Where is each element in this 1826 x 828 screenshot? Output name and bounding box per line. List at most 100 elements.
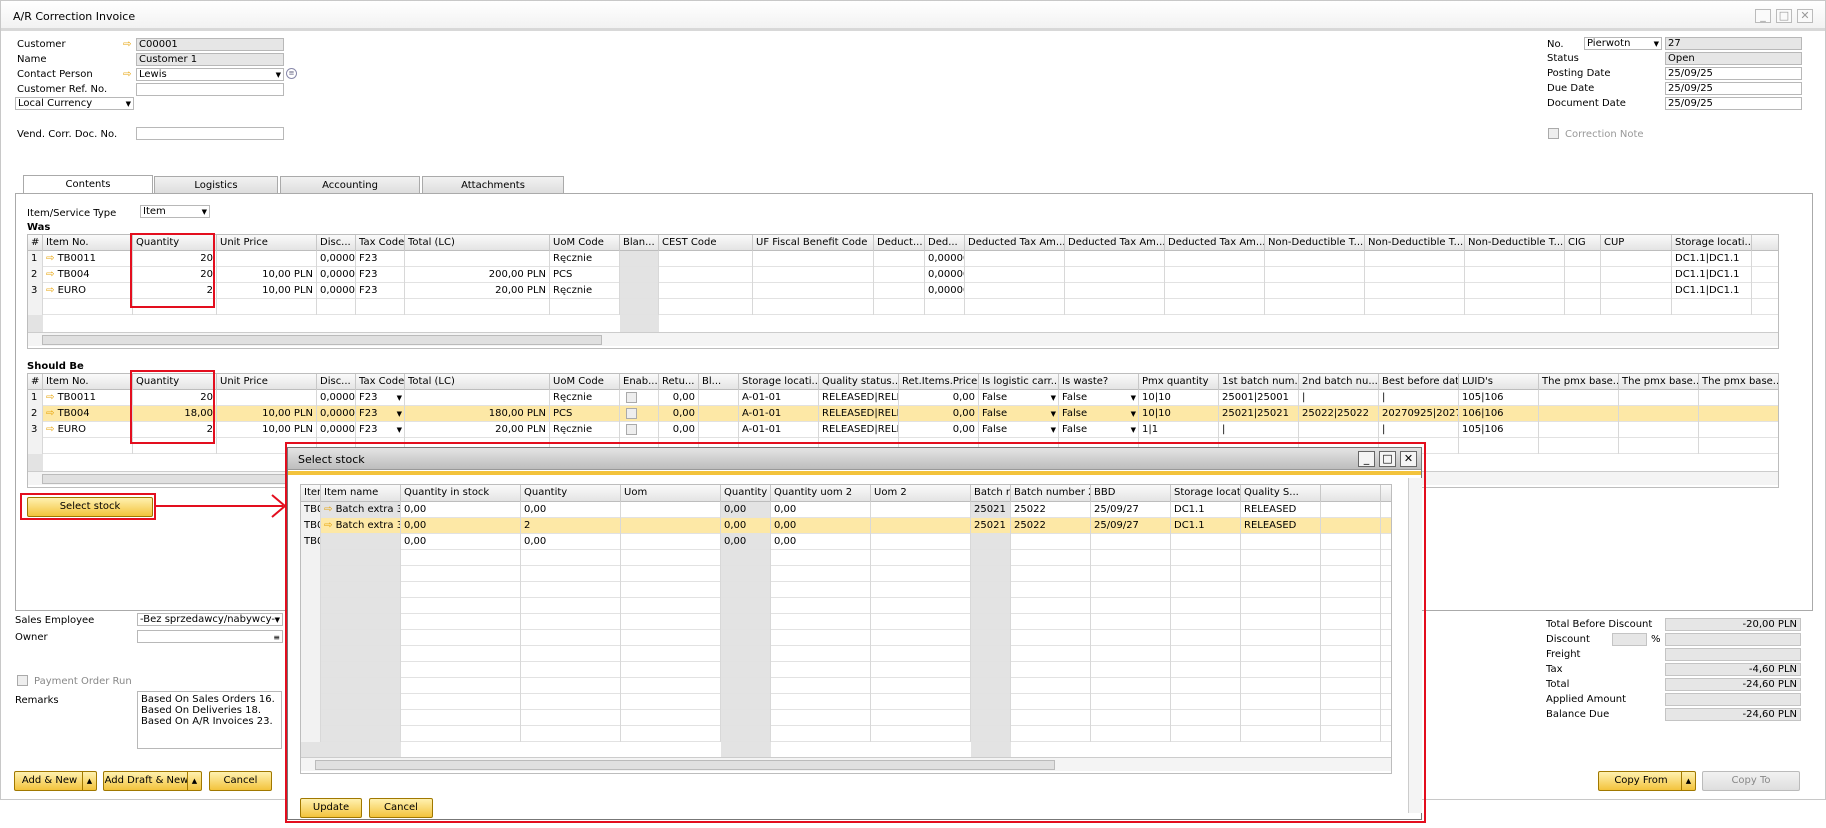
table-cell[interactable] [1065, 283, 1165, 299]
table-cell[interactable] [1565, 267, 1601, 283]
table-cell[interactable]: 10,00 PLN [217, 422, 317, 438]
table-cell[interactable]: 10|10 [1139, 390, 1219, 406]
table-cell[interactable] [1265, 267, 1365, 283]
column-header[interactable]: UoM Code [550, 374, 620, 390]
table-cell[interactable]: A-01-01 [739, 422, 819, 438]
column-header[interactable]: Tax Code [356, 374, 405, 390]
table-cell[interactable]: 0,00 [899, 406, 979, 422]
column-header[interactable]: UoM Code [550, 235, 620, 251]
column-header[interactable]: Blan... [620, 235, 659, 251]
chevron-down-icon[interactable]: ▼ [397, 391, 402, 406]
table-cell[interactable]: 1|1 [1139, 422, 1219, 438]
table-cell[interactable] [699, 390, 739, 406]
column-header[interactable]: Pmx quantity [1139, 374, 1219, 390]
table-cell[interactable]: 1 [28, 251, 43, 267]
table-cell[interactable] [1299, 422, 1379, 438]
table-cell[interactable] [217, 251, 317, 267]
column-header[interactable]: Best before date [1379, 374, 1459, 390]
column-header[interactable]: # [28, 235, 43, 251]
table-cell[interactable] [1601, 251, 1672, 267]
customer-field[interactable]: C00001 [136, 38, 284, 51]
row-checkbox[interactable] [626, 392, 637, 403]
table-cell[interactable]: 180,00 PLN [405, 406, 550, 422]
chevron-down-icon[interactable]: ▼ [1051, 391, 1056, 406]
tab-attachments[interactable]: Attachments [422, 176, 564, 194]
column-header[interactable]: Non-Deductible T... [1365, 235, 1465, 251]
table-cell[interactable]: F23 [356, 267, 405, 283]
table-cell[interactable] [874, 251, 925, 267]
customer-ref-input[interactable] [136, 83, 284, 96]
table-cell[interactable] [620, 299, 659, 315]
column-header[interactable]: Retu... [659, 374, 699, 390]
table-cell[interactable] [1699, 438, 1778, 454]
column-header[interactable]: Disc... [317, 374, 356, 390]
chevron-down-icon[interactable]: ▼ [1131, 391, 1136, 406]
column-header[interactable]: Deducted Tax Am... [965, 235, 1065, 251]
table-cell[interactable] [659, 283, 753, 299]
table-cell[interactable]: 0,000000 [925, 283, 965, 299]
table-cell[interactable] [356, 299, 405, 315]
table-row[interactable]: 3 ⇨ EURO 2 10,00 PLN 0,0000 ▼ F23 20,00 PLN Ręcz… [28, 422, 1778, 438]
table-cell[interactable]: RELEASED|RELE [819, 422, 899, 438]
table-cell[interactable]: 3 [28, 422, 43, 438]
table-cell[interactable]: DC1.1|DC1.1 [1672, 267, 1752, 283]
column-header[interactable]: Is waste? [1059, 374, 1139, 390]
link-arrow-icon[interactable]: ⇨ [46, 285, 58, 296]
table-cell[interactable] [317, 299, 356, 315]
table-row[interactable]: 2 ⇨ TB004 18,00 10,00 PLN 0,0000 ▼ F23 180,00 P… [28, 406, 1778, 422]
column-header[interactable]: Storage locati... [739, 374, 819, 390]
link-arrow-icon[interactable]: ⇨ [123, 40, 135, 50]
table-cell[interactable]: 0,000000 [925, 267, 965, 283]
column-header[interactable]: Tax Code [356, 235, 405, 251]
chevron-down-icon[interactable]: ▲ [187, 772, 201, 790]
table-cell[interactable] [620, 267, 659, 283]
item-type-dropdown[interactable]: Item ▼ [140, 205, 210, 218]
table-cell[interactable] [405, 299, 550, 315]
column-header[interactable]: UF Fiscal Benefit Code [753, 235, 874, 251]
table-cell[interactable] [965, 283, 1065, 299]
add-new-button[interactable]: Add & New ▲ [14, 771, 97, 791]
table-cell[interactable]: Ręcznie [550, 390, 620, 406]
table-cell[interactable]: ▼ F23 [356, 390, 405, 406]
table-cell[interactable] [1265, 251, 1365, 267]
table-cell[interactable]: 0,00 [659, 390, 699, 406]
table-cell[interactable] [1699, 390, 1778, 406]
table-cell[interactable] [1465, 267, 1565, 283]
column-header[interactable]: Quality status... [819, 374, 899, 390]
table-cell[interactable] [217, 299, 317, 315]
table-cell[interactable]: ⇨ TB004 [43, 267, 133, 283]
table-cell[interactable]: Ręcznie [550, 283, 620, 299]
table-cell[interactable] [1565, 251, 1601, 267]
table-cell[interactable] [699, 422, 739, 438]
column-header[interactable]: LUID's [1459, 374, 1539, 390]
table-cell[interactable] [43, 299, 133, 315]
table-cell[interactable]: RELEASED|RELE [819, 406, 899, 422]
table-cell[interactable]: ▼ F23 [356, 422, 405, 438]
column-header[interactable]: Enab... [620, 374, 659, 390]
horizontal-scrollbar[interactable] [28, 332, 1778, 346]
table-cell[interactable]: 0,0000 [317, 283, 356, 299]
table-cell[interactable] [1065, 251, 1165, 267]
column-header[interactable]: 2nd batch nu... [1299, 374, 1379, 390]
table-cell[interactable] [1365, 251, 1465, 267]
remarks-textarea[interactable]: Based On Sales Orders 16. Based On Deliv… [137, 691, 282, 749]
table-cell[interactable]: Ręcznie [550, 422, 620, 438]
vend-corr-input[interactable] [136, 127, 284, 140]
table-cell[interactable] [1165, 299, 1265, 315]
table-cell[interactable]: DC1.1|DC1.1 [1672, 251, 1752, 267]
correction-note-checkbox[interactable] [1548, 128, 1559, 139]
table-cell[interactable]: 10,00 PLN [217, 406, 317, 422]
column-header[interactable]: 1st batch num... [1219, 374, 1299, 390]
table-cell[interactable]: | [1379, 390, 1459, 406]
table-cell[interactable] [550, 299, 620, 315]
table-cell[interactable] [620, 390, 659, 406]
table-cell[interactable] [1365, 299, 1465, 315]
contact-dropdown[interactable]: Lewis ▼ [136, 68, 284, 81]
table-cell[interactable] [753, 299, 874, 315]
table-cell[interactable]: 0,000000 [925, 251, 965, 267]
column-header[interactable]: Deducted Tax Am... [1065, 235, 1165, 251]
table-cell[interactable]: Ręcznie [550, 251, 620, 267]
chevron-down-icon[interactable]: ▼ [1051, 423, 1056, 438]
table-cell[interactable]: ▼ F23 [356, 406, 405, 422]
table-cell[interactable] [1565, 299, 1601, 315]
